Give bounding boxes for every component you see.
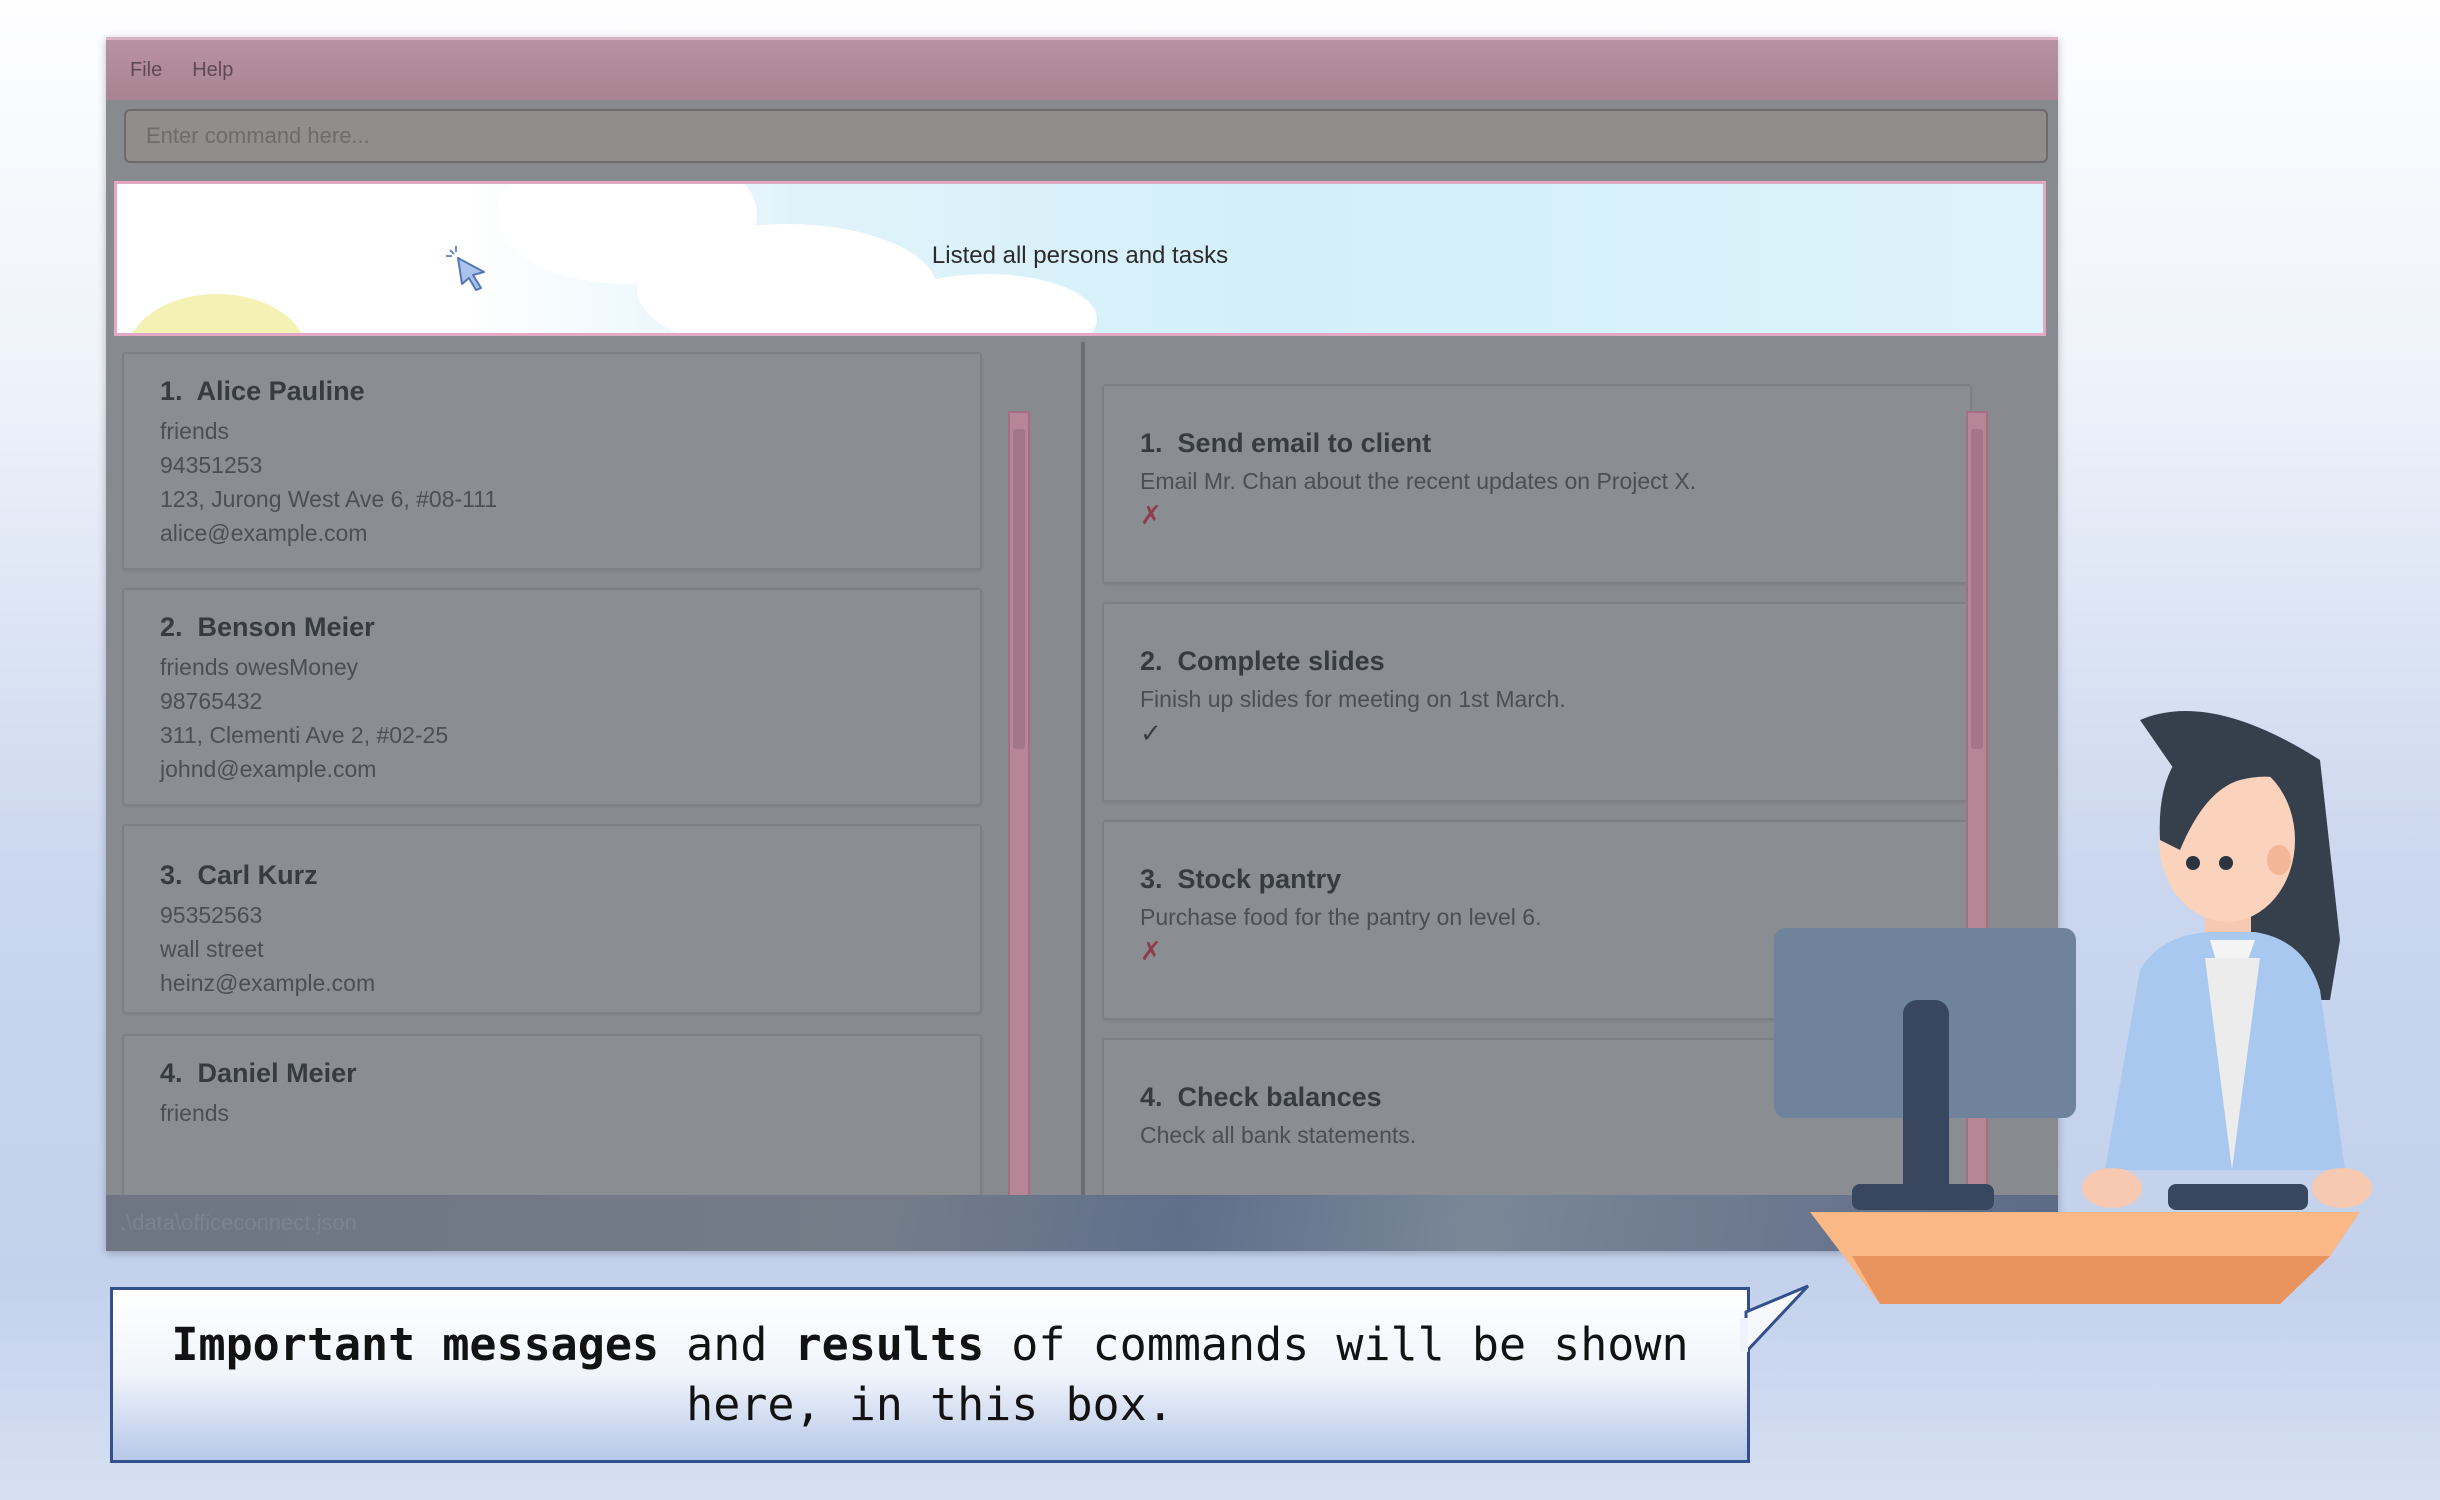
person-name: Alice Pauline: [196, 376, 365, 406]
person-index: 1.: [160, 376, 183, 406]
task-status-cross-icon: ✗: [1140, 936, 1162, 966]
task-description: Purchase food for the pantry on level 6.: [1140, 904, 1542, 930]
command-input[interactable]: [124, 109, 2048, 163]
task-title: Complete slides: [1177, 646, 1385, 676]
person-phone: 95352563: [160, 902, 263, 928]
task-title: Check balances: [1177, 1082, 1382, 1112]
person-phone: 94351253: [160, 452, 263, 478]
task-index: 4.: [1140, 1082, 1163, 1112]
save-location-path: .\data\officeconnect.json: [120, 1210, 357, 1235]
task-description: Check all bank statements.: [1140, 1122, 1417, 1148]
task-card[interactable]: 1. Send email to client Email Mr. Chan a…: [1102, 384, 1972, 584]
person-address: 311, Clementi Ave 2, #02-25: [160, 722, 449, 748]
office-worker-illustration: [1774, 711, 2372, 1304]
task-status-cross-icon: ✗: [1140, 500, 1162, 530]
person-phone: 98765432: [160, 688, 263, 714]
person-card[interactable]: 4. Daniel Meier friends: [122, 1034, 982, 1214]
task-index: 2.: [1140, 646, 1163, 676]
scroll-thumb[interactable]: [1013, 429, 1025, 749]
person-email: johnd@example.com: [160, 756, 377, 782]
task-index: 1.: [1140, 428, 1163, 458]
person-email: heinz@example.com: [160, 970, 376, 996]
person-tags: friends owesMoney: [160, 654, 359, 680]
person-name: Daniel Meier: [197, 1058, 357, 1088]
person-address: 123, Jurong West Ave 6, #08-111: [160, 486, 498, 512]
caption-emphasis-results: results: [794, 1318, 985, 1371]
person-tags: friends: [160, 418, 230, 444]
person-email: alice@example.com: [160, 520, 368, 546]
result-display: Listed all persons and tasks: [114, 181, 2046, 336]
menu-bar: File Help: [106, 37, 2058, 100]
person-name: Benson Meier: [197, 612, 375, 642]
person-index: 3.: [160, 860, 183, 890]
person-card[interactable]: 2. Benson Meier friends owesMoney 987654…: [122, 588, 982, 806]
person-card[interactable]: 3. Carl Kurz 95352563 wall street heinz@…: [122, 824, 982, 1014]
person-index: 4.: [160, 1058, 183, 1088]
person-tags: friends: [160, 1100, 230, 1126]
person-address: wall street: [160, 936, 264, 962]
menu-file[interactable]: File: [130, 59, 162, 82]
panel-divider[interactable]: [1081, 342, 1085, 1230]
caption-text-part: and: [659, 1318, 795, 1371]
task-description: Finish up slides for meeting on 1st Marc…: [1140, 686, 1566, 712]
result-message: Listed all persons and tasks: [931, 241, 1229, 269]
pointer-cursor-icon: [446, 246, 485, 291]
task-status-check-icon: ✓: [1140, 718, 1162, 748]
task-title: Stock pantry: [1177, 864, 1342, 894]
person-card[interactable]: 1. Alice Pauline friends 94351253 123, J…: [122, 352, 982, 570]
person-list-scrollbar[interactable]: [1008, 411, 1030, 1205]
caption-box: Important messages and results of comman…: [110, 1287, 1750, 1463]
task-description: Email Mr. Chan about the recent updates …: [1140, 468, 1697, 494]
person-name: Carl Kurz: [197, 860, 318, 890]
caption-emphasis-messages: Important messages: [171, 1318, 660, 1371]
person-index: 2.: [160, 612, 183, 642]
task-index: 3.: [1140, 864, 1163, 894]
person-list[interactable]: 1. Alice Pauline friends 94351253 123, J…: [122, 352, 1040, 1214]
menu-help[interactable]: Help: [192, 59, 233, 82]
caption-text: Important messages and results of comman…: [153, 1315, 1707, 1435]
task-title: Send email to client: [1177, 428, 1432, 458]
